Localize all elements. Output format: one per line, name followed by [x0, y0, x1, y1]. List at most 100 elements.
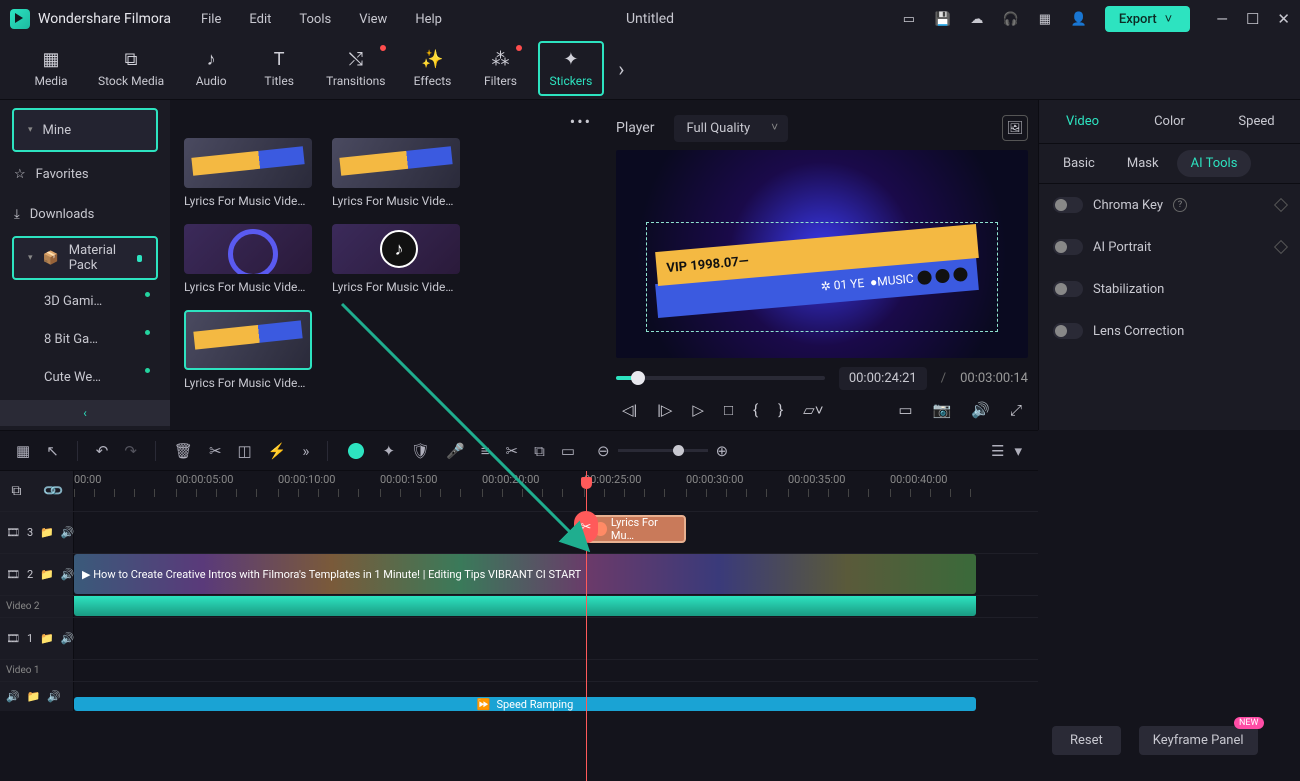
cursor-icon[interactable]: ↖	[46, 442, 59, 460]
tabs-more[interactable]: ›	[610, 57, 632, 81]
snapshot-icon[interactable]: 🖼	[1002, 115, 1028, 141]
menu-edit[interactable]: Edit	[249, 12, 271, 27]
copy-icon[interactable]: ⧉	[534, 442, 545, 460]
tab-stock-media[interactable]: ⧉Stock Media	[88, 43, 174, 94]
quality-dropdown[interactable]: Full Quality	[674, 115, 788, 142]
tab-stickers[interactable]: ✦Stickers	[538, 41, 605, 96]
folder-icon[interactable]: 📁	[40, 632, 54, 645]
menu-help[interactable]: Help	[415, 12, 442, 27]
sidebar-sub-3d-gaming[interactable]: 3D Gami…	[0, 282, 170, 320]
play-icon[interactable]: ▷	[692, 401, 704, 419]
account-icon[interactable]: 👤	[1071, 11, 1087, 27]
maximize-button[interactable]: ☐	[1246, 10, 1259, 28]
keyframe-diamond-icon[interactable]	[1274, 198, 1288, 212]
sidebar-material-pack[interactable]: ▾📦Material Pack	[12, 236, 158, 280]
sticker-card[interactable]: Lyrics For Music Video…	[184, 138, 312, 208]
sparkle-icon[interactable]: ✦	[382, 442, 395, 460]
sticker-card-selected[interactable]: Lyrics For Music Video…	[184, 310, 312, 390]
cloud-icon[interactable]: ☁	[969, 11, 985, 27]
zoom-in-icon[interactable]: ⊕	[716, 442, 729, 460]
tab-audio[interactable]: ♪Audio	[180, 43, 242, 94]
prop-tab-speed[interactable]: Speed	[1213, 100, 1300, 143]
toggle-ai-portrait[interactable]	[1053, 239, 1083, 255]
mark-in-icon[interactable]: {	[753, 401, 758, 419]
range-icon[interactable]: ▭	[561, 442, 575, 460]
sidebar-sub-cute[interactable]: Cute We…	[0, 358, 170, 396]
magnet-icon[interactable]: ▦	[16, 442, 30, 460]
minimize-button[interactable]: —	[1216, 10, 1228, 28]
track-height-icon[interactable]: ☰	[991, 442, 1004, 460]
prop-tab-color[interactable]: Color	[1126, 100, 1213, 143]
delete-icon[interactable]: 🗑	[174, 442, 193, 460]
shield-icon[interactable]: 🛡	[411, 442, 430, 460]
next-frame-icon[interactable]: |▷	[657, 401, 672, 419]
subtitle-icon[interactable]: ≡	[481, 442, 490, 460]
mic-icon[interactable]: 🎤	[446, 442, 465, 460]
display-icon[interactable]: ▭	[898, 401, 912, 419]
apps-icon[interactable]: ▦	[1037, 11, 1053, 27]
close-button[interactable]: ✕	[1277, 10, 1290, 28]
sidebar-downloads[interactable]: ⤓Downloads	[0, 194, 170, 234]
mute-icon[interactable]: 🔊	[61, 568, 75, 581]
fullscreen-icon[interactable]: ⤢	[1010, 401, 1022, 419]
more-tools-icon[interactable]: »	[302, 442, 309, 460]
headphones-icon[interactable]: 🎧	[1003, 11, 1019, 27]
tab-effects[interactable]: ✨Effects	[402, 43, 464, 94]
keyframe-diamond-icon[interactable]	[1274, 240, 1288, 254]
speed-ramping-clip[interactable]: ⏩Speed Ramping	[74, 697, 976, 711]
preview-canvas[interactable]: ✲ 01 YE ●MUSIC VIP 1998.07—	[616, 150, 1028, 358]
sticker-card[interactable]: Lyrics For Music Video…	[332, 138, 460, 208]
toggle-lens-correction[interactable]	[1053, 323, 1083, 339]
playhead-cut-icon[interactable]: ✂	[574, 511, 598, 543]
tab-media[interactable]: ▦Media	[20, 43, 82, 94]
crop-icon[interactable]: ◫	[238, 442, 252, 460]
sidebar-favorites[interactable]: ☆Favorites	[0, 154, 170, 194]
prev-frame-icon[interactable]: ◁|	[622, 401, 637, 419]
folder-icon[interactable]: 📁	[27, 690, 41, 703]
timeline-video-clip[interactable]: ▶ How to Create Creative Intros with Fil…	[74, 554, 976, 594]
save-icon[interactable]: 💾	[935, 11, 951, 27]
mute-icon[interactable]: 🔊	[61, 632, 75, 645]
menu-tools[interactable]: Tools	[299, 12, 331, 27]
link-icon[interactable]: 🔗	[41, 479, 65, 503]
sidebar-sub-8bit[interactable]: 8 Bit Ga…	[0, 320, 170, 358]
export-button[interactable]: Export˅	[1105, 6, 1190, 32]
browser-more-icon[interactable]: •••	[570, 112, 592, 131]
zoom-out-icon[interactable]: ⊖	[597, 442, 610, 460]
tab-transitions[interactable]: ⤭Transitions	[316, 43, 395, 94]
prop-sub-basic[interactable]: Basic	[1049, 150, 1109, 177]
toggle-stabilization[interactable]	[1053, 281, 1083, 297]
mark-out-icon[interactable]: }	[778, 401, 783, 419]
prop-sub-mask[interactable]: Mask	[1113, 150, 1173, 177]
cut-icon[interactable]: ✂	[209, 442, 222, 460]
marker-dropdown-icon[interactable]: ▱˅	[803, 401, 823, 419]
camera-icon[interactable]: 📷	[933, 401, 952, 419]
folder-icon[interactable]: 📁	[40, 568, 54, 581]
timeline-ruler[interactable]: ✂ 00:0000:00:05:0000:00:10:0000:00:15:00…	[74, 471, 1038, 511]
speed-icon[interactable]: ⚡	[268, 442, 287, 460]
sticker-card[interactable]: Lyrics For Music Video…	[332, 224, 460, 294]
tab-filters[interactable]: ⁂Filters	[470, 43, 532, 94]
sticker-card[interactable]: Lyrics For Music Video…	[184, 224, 312, 294]
prop-tab-video[interactable]: Video	[1039, 100, 1126, 143]
tab-titles[interactable]: TTitles	[248, 43, 310, 94]
folder-icon[interactable]: 📁	[40, 526, 54, 539]
redo-icon[interactable]: ↷	[124, 442, 137, 460]
track-menu-icon[interactable]: ▾	[1014, 442, 1022, 460]
info-icon[interactable]: ?	[1173, 198, 1187, 212]
playhead[interactable]: ✂	[586, 471, 587, 781]
prop-sub-aitools[interactable]: AI Tools	[1177, 150, 1252, 177]
zoom-slider[interactable]	[618, 449, 708, 452]
reset-button[interactable]: Reset	[1052, 726, 1121, 755]
menu-view[interactable]: View	[359, 12, 387, 27]
timeline-sticker-clip[interactable]: Lyrics For Mu…	[586, 515, 686, 543]
seek-slider[interactable]	[616, 376, 825, 380]
toggle-chroma-key[interactable]	[1053, 197, 1083, 213]
mute-icon[interactable]: 🔊	[47, 690, 61, 703]
keyframe-panel-button[interactable]: Keyframe PanelNEW	[1139, 726, 1258, 755]
sidebar-mine[interactable]: ▾Mine	[12, 108, 158, 152]
mute-icon[interactable]: 🔊	[61, 526, 75, 539]
timeline-audio-clip[interactable]	[74, 596, 976, 616]
split-icon[interactable]: ✂	[506, 442, 519, 460]
greenscreen-icon[interactable]	[346, 441, 366, 461]
